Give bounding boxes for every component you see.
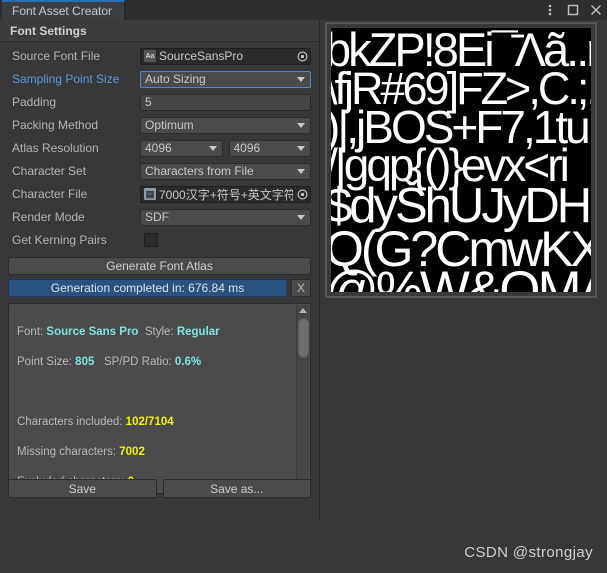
save-as-button[interactable]: Save as... bbox=[162, 479, 311, 498]
info-style-key: Style: bbox=[138, 326, 177, 338]
get-kerning-pairs-checkbox[interactable] bbox=[144, 233, 158, 247]
source-font-file-value: SourceSansPro bbox=[159, 49, 244, 63]
info-style-value: Regular bbox=[176, 326, 220, 338]
save-button-label: Save bbox=[68, 481, 96, 496]
panel-header: Font Settings bbox=[0, 20, 319, 42]
font-settings-panel: Font Settings Source Font File Aa Source… bbox=[0, 20, 320, 520]
row-sampling-point-size: Sampling Point Size Auto Sizing bbox=[8, 69, 311, 89]
atlas-height-value: 4096 bbox=[233, 141, 261, 155]
maximize-icon[interactable] bbox=[566, 3, 580, 17]
generation-info-box: Font: Source Sans Pro Style: Regular Poi… bbox=[8, 303, 311, 494]
atlas-resolution-group: 4096 4096 bbox=[140, 139, 311, 157]
info-font-value: Source Sans Pro bbox=[46, 326, 139, 338]
atlas-width-value: 4096 bbox=[145, 141, 172, 155]
row-padding: Padding 5 bbox=[8, 92, 311, 112]
window-controls bbox=[543, 0, 603, 20]
chevron-down-icon bbox=[208, 145, 217, 151]
scrollbar-thumb[interactable] bbox=[297, 318, 309, 358]
sampling-point-size-dropdown[interactable]: Auto Sizing bbox=[140, 70, 311, 88]
settings-list: Source Font File Aa SourceSansPro Sampli… bbox=[0, 42, 319, 250]
render-mode-dropdown[interactable]: SDF bbox=[140, 208, 311, 226]
character-file-field[interactable]: ▤ 7000汉字+符号+英文字符 bbox=[140, 185, 311, 203]
save-buttons-row: Save Save as... bbox=[8, 479, 311, 498]
character-set-dropdown[interactable]: Characters from File bbox=[140, 162, 311, 180]
info-font-key: Font: bbox=[17, 326, 47, 338]
info-ratio-key: SP/PD Ratio: bbox=[94, 356, 175, 368]
label-character-file: Character File bbox=[12, 187, 88, 201]
title-bar: Font Asset Creator bbox=[0, 0, 607, 20]
tab-label: Font Asset Creator bbox=[12, 4, 113, 18]
chevron-down-icon bbox=[297, 214, 305, 220]
character-set-value: Characters from File bbox=[145, 164, 254, 178]
font-atlas-preview[interactable]: bkZP!8Ei¯̄Λã..n \fjR#69]FZ>,C.;, )|,jBOS… bbox=[331, 28, 591, 292]
info-missing-key: Missing characters: bbox=[17, 446, 120, 458]
panel-header-label: Font Settings bbox=[10, 23, 87, 38]
save-as-button-label: Save as... bbox=[210, 481, 264, 496]
close-icon[interactable] bbox=[589, 3, 603, 17]
atlas-width-dropdown[interactable]: 4096 bbox=[140, 139, 223, 157]
render-mode-value: SDF bbox=[145, 210, 169, 224]
sampling-point-size-value: Auto Sizing bbox=[145, 72, 206, 86]
label-atlas-resolution: Atlas Resolution bbox=[12, 141, 99, 155]
row-atlas-resolution: Atlas Resolution 4096 4096 bbox=[8, 138, 311, 158]
source-font-file-field[interactable]: Aa SourceSansPro bbox=[140, 47, 311, 65]
atlas-height-dropdown[interactable]: 4096 bbox=[228, 139, 311, 157]
label-sampling-point-size: Sampling Point Size bbox=[12, 72, 120, 86]
packing-method-value: Optimum bbox=[145, 118, 194, 132]
generation-status-row: Generation completed in: 676.84 ms X bbox=[8, 279, 311, 297]
info-line-included: Characters included: 102/7104 bbox=[17, 415, 288, 430]
label-get-kerning-pairs: Get Kerning Pairs bbox=[12, 233, 107, 247]
info-pointsize-value: 805 bbox=[75, 356, 95, 368]
object-picker-icon[interactable] bbox=[295, 49, 309, 63]
cancel-generation-label: X bbox=[296, 281, 305, 295]
info-blank-1 bbox=[17, 385, 288, 400]
info-line-missing: Missing characters: 7002 bbox=[17, 445, 288, 460]
generate-font-atlas-label: Generate Font Atlas bbox=[106, 259, 213, 273]
chevron-down-icon bbox=[297, 76, 305, 82]
scroll-up-icon[interactable] bbox=[297, 305, 310, 316]
label-source-font-file: Source Font File bbox=[12, 49, 101, 63]
chevron-down-icon bbox=[297, 145, 305, 151]
row-character-file: Character File ▤ 7000汉字+符号+英文字符 bbox=[8, 184, 311, 204]
generation-progress-bar: Generation completed in: 676.84 ms bbox=[8, 279, 287, 297]
generation-status-text: Generation completed in: 676.84 ms bbox=[50, 281, 245, 295]
row-render-mode: Render Mode SDF bbox=[8, 207, 311, 227]
padding-value: 5 bbox=[145, 95, 152, 109]
object-picker-icon[interactable] bbox=[295, 187, 309, 201]
info-ratio-value: 0.6% bbox=[174, 356, 202, 368]
label-padding: Padding bbox=[12, 95, 57, 109]
packing-method-dropdown[interactable]: Optimum bbox=[140, 116, 311, 134]
row-character-set: Character Set Characters from File bbox=[8, 161, 311, 181]
character-file-value: 7000汉字+符号+英文字符 bbox=[159, 187, 293, 202]
chevron-down-icon bbox=[297, 122, 305, 128]
row-packing-method: Packing Method Optimum bbox=[8, 115, 311, 135]
generate-font-atlas-button[interactable]: Generate Font Atlas bbox=[8, 257, 311, 275]
info-included-value: 102/7104 bbox=[125, 416, 174, 428]
font-asset-icon: Aa bbox=[144, 50, 156, 62]
atlas-glyph-row: @%W&OMAV bbox=[331, 261, 591, 292]
tab-font-asset-creator[interactable]: Font Asset Creator bbox=[2, 0, 126, 20]
more-menu-icon[interactable] bbox=[543, 3, 557, 17]
generation-info-text: Font: Source Sans Pro Style: Regular Poi… bbox=[9, 304, 310, 493]
label-packing-method: Packing Method bbox=[12, 118, 99, 132]
save-button[interactable]: Save bbox=[8, 479, 157, 498]
label-render-mode: Render Mode bbox=[12, 210, 85, 224]
row-get-kerning-pairs: Get Kerning Pairs bbox=[8, 230, 311, 250]
row-source-font-file: Source Font File Aa SourceSansPro bbox=[8, 46, 311, 66]
info-pointsize-key: Point Size: bbox=[17, 356, 76, 368]
label-character-set: Character Set bbox=[12, 164, 87, 178]
info-line-pointsize: Point Size: 805 SP/PD Ratio: 0.6% bbox=[17, 355, 288, 370]
text-asset-icon: ▤ bbox=[144, 188, 156, 200]
info-line-font: Font: Source Sans Pro Style: Regular bbox=[17, 325, 288, 340]
font-atlas-preview-frame: bkZP!8Ei¯̄Λã..n \fjR#69]FZ>,C.;, )|,jBOS… bbox=[325, 22, 597, 298]
scrollbar-track[interactable] bbox=[297, 316, 310, 481]
chevron-down-icon bbox=[297, 168, 305, 174]
info-included-key: Characters included: bbox=[17, 416, 126, 428]
info-missing-value: 7002 bbox=[119, 446, 145, 458]
info-scrollbar[interactable] bbox=[296, 305, 309, 492]
watermark: CSDN @strongjay bbox=[464, 544, 593, 561]
padding-input[interactable]: 5 bbox=[140, 93, 311, 111]
cancel-generation-button[interactable]: X bbox=[291, 279, 311, 297]
